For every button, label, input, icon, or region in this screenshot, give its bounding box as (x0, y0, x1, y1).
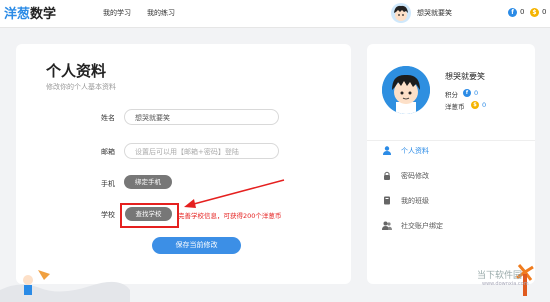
profile-username: 想哭就要笑 (445, 72, 485, 81)
menu-item-label: 社交账户绑定 (401, 222, 443, 230)
nav-my-practice[interactable]: 我的练习 (147, 8, 175, 18)
phone-label: 手机 (101, 180, 115, 188)
logo-text-part1: 洋葱 (4, 7, 31, 22)
points-coin-icon: f (463, 89, 471, 97)
people-icon (381, 221, 393, 232)
name-field[interactable]: 想哭就要笑 (124, 109, 279, 125)
menu-item-social[interactable]: 社交账户绑定 (381, 219, 443, 233)
lock-icon (381, 171, 393, 182)
header-username[interactable]: 想哭就要笑 (417, 8, 452, 18)
watermark-text: 当下软件园 (477, 271, 523, 281)
menu-item-label: 密码修改 (401, 172, 429, 180)
person-icon (381, 145, 393, 157)
page-subtitle: 修改你的个人基本资料 (46, 83, 116, 91)
onion-coin-icon: $ (471, 101, 479, 109)
onion-coin-label: 洋葱币 (445, 103, 465, 111)
bind-phone-button[interactable]: 绑定手机 (124, 175, 172, 189)
points-value: 0 (474, 89, 479, 97)
menu-item-label: 我的班级 (401, 197, 429, 205)
sidebar-divider (367, 140, 535, 141)
annotation-arrow-icon (184, 179, 285, 208)
school-label: 学校 (101, 211, 115, 219)
menu-item-class[interactable]: 我的班级 (381, 194, 429, 208)
blue-coin-icon: f (508, 8, 517, 17)
menu-item-password[interactable]: 密码修改 (381, 169, 429, 183)
email-field[interactable]: 设置后可以用【邮箱+密码】登陆 (124, 143, 279, 159)
points-label: 积分 (445, 91, 458, 99)
profile-form-card: 个人资料 修改你的个人基本资料 姓名 想哭就要笑 邮箱 设置后可以用【邮箱+密码… (16, 44, 351, 284)
onion-coin-value: 0 (482, 101, 487, 109)
user-sidebar-card: 想哭就要笑 积分 f 0 洋葱币 $ 0 个人资料 密码修改 我的班级 社交账户… (367, 44, 535, 284)
gold-coin-count: 0 (542, 8, 547, 16)
page-title: 个人资料 (46, 62, 107, 80)
user-avatar[interactable] (391, 3, 411, 23)
logo-text-part2: 数学 (30, 7, 57, 22)
app-logo[interactable]: 洋葱数学 (4, 3, 56, 22)
gold-coin-icon: $ (530, 8, 539, 17)
class-icon (381, 196, 393, 207)
menu-item-profile[interactable]: 个人资料 (381, 144, 429, 158)
profile-avatar[interactable] (382, 66, 430, 114)
watermark-url: www.downxia.com (482, 281, 529, 287)
blue-coin-count: 0 (520, 8, 525, 16)
email-label: 邮箱 (101, 148, 115, 156)
decorative-illustration (0, 270, 130, 302)
save-changes-button[interactable]: 保存当前修改 (152, 237, 241, 254)
menu-item-label: 个人资料 (401, 147, 429, 155)
top-navbar: 洋葱数学 我的学习 我的练习 想哭就要笑 f 0 $ 0 (0, 0, 550, 28)
user-menu[interactable]: 想哭就要笑 (391, 3, 452, 23)
avatar-boy-icon (382, 66, 430, 114)
avatar-face-icon (394, 5, 408, 21)
name-label: 姓名 (101, 114, 115, 122)
find-school-button[interactable]: 查找学校 (125, 207, 172, 221)
nav-my-learning[interactable]: 我的学习 (103, 8, 131, 18)
